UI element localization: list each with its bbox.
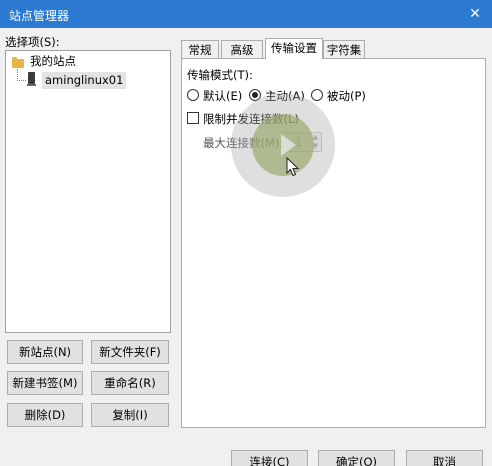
new-site-button[interactable]: 新站点(N) <box>7 340 83 364</box>
tab-transfer-settings[interactable]: 传输设置 <box>265 38 323 59</box>
close-icon[interactable]: ✕ <box>458 0 492 28</box>
radio-passive[interactable] <box>311 89 323 101</box>
transfer-mode-label: 传输模式(T): <box>187 68 253 82</box>
tree-item-my-sites[interactable]: 我的站点 <box>30 53 76 70</box>
radio-passive-label[interactable]: 被动(P) <box>327 88 366 104</box>
radio-default-label[interactable]: 默认(E) <box>203 88 242 104</box>
connect-button[interactable]: 连接(C) <box>231 450 308 466</box>
cancel-button[interactable]: 取消 <box>406 450 483 466</box>
server-icon <box>27 72 36 86</box>
site-tree[interactable]: 我的站点 aminglinux01 <box>5 50 171 333</box>
rename-button[interactable]: 重命名(R) <box>91 371 169 395</box>
tab-advanced[interactable]: 高级 <box>221 40 263 59</box>
new-bookmark-button[interactable]: 新建书签(M) <box>7 371 83 395</box>
mouse-cursor-icon <box>286 157 300 177</box>
title-bar: 站点管理器 ✕ <box>0 0 492 28</box>
limit-connections-checkbox[interactable] <box>187 112 199 124</box>
delete-button[interactable]: 删除(D) <box>7 403 83 427</box>
new-folder-button[interactable]: 新文件夹(F) <box>91 340 169 364</box>
tree-connector <box>17 80 26 81</box>
window-title: 站点管理器 <box>9 9 70 23</box>
ok-button[interactable]: 确定(O) <box>318 450 395 466</box>
tab-charset[interactable]: 字符集 <box>323 40 365 59</box>
site-list-label: 选择项(S): <box>5 35 60 49</box>
radio-default[interactable] <box>187 89 199 101</box>
tree-item-site[interactable]: aminglinux01 <box>42 72 127 89</box>
copy-button[interactable]: 复制(I) <box>91 403 169 427</box>
play-icon <box>281 134 296 156</box>
tab-general[interactable]: 常规 <box>181 40 219 59</box>
folder-icon <box>12 57 24 68</box>
